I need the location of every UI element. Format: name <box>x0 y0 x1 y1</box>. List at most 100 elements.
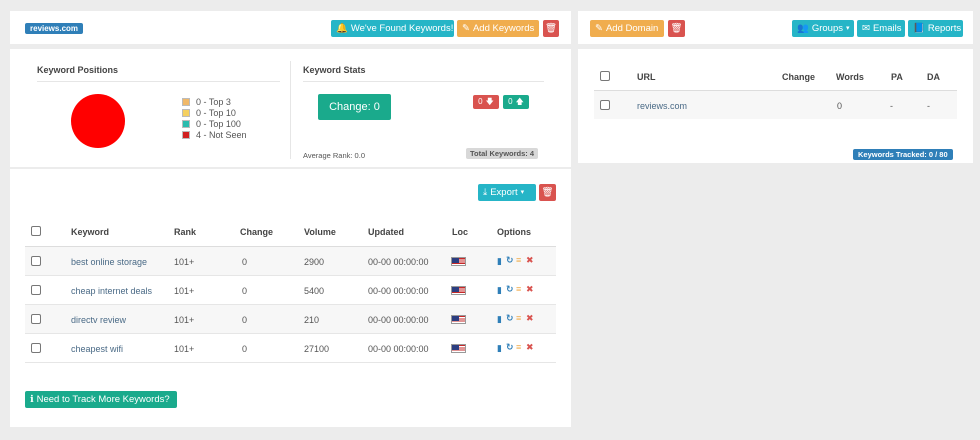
domain-url-link[interactable]: reviews.com <box>637 101 687 111</box>
arrow-down-icon: 🡇 <box>485 97 494 106</box>
delete-group-button[interactable]: 🗑 <box>668 20 685 37</box>
table-row[interactable]: best online storage 101+ 0 2900 00-00 00:00:… <box>25 247 556 276</box>
reports-label: Reports <box>927 23 962 34</box>
total-keywords-badge: Total Keywords: 4 <box>466 148 539 159</box>
list-icon[interactable]: ≡ <box>516 255 521 265</box>
keyword-change: 0 <box>242 315 248 325</box>
keyword-link[interactable]: cheapest wifi <box>71 344 123 354</box>
bell-icon: 🔔 <box>336 23 348 34</box>
stats-panel: Keyword Positions 0 - Top 30 - Top 10 0 -… <box>10 49 571 167</box>
change-label: Change: 0 <box>329 101 380 113</box>
domain-da: - <box>927 101 930 111</box>
info-icon: ℹ <box>30 394 34 405</box>
add-domain-button[interactable]: ✎ Add Domain <box>590 20 664 37</box>
chart-icon[interactable]: ▮ <box>497 285 502 296</box>
table-row[interactable]: cheap internet deals 101+ 0 5400 00-00 00:00… <box>25 276 556 305</box>
book-icon: 📘 <box>913 23 925 34</box>
add-domain-label: Add Domain <box>605 23 659 34</box>
delete-icon[interactable]: ✖ <box>526 284 534 295</box>
add-keywords-button[interactable]: ✎ Add Keywords <box>457 20 539 37</box>
delete-domain-button[interactable]: 🗑 <box>543 20 559 37</box>
refresh-icon[interactable]: ↻ <box>506 342 514 353</box>
keyword-volume: 27100 <box>304 344 330 354</box>
trash-icon: 🗑 <box>544 23 558 34</box>
keywords-table-panel: ⤓ Export ▾ 🗑 Keyword Rank Change Volume … <box>10 169 571 427</box>
col-updated[interactable]: Updated <box>368 227 404 237</box>
refresh-icon[interactable]: ↻ <box>506 284 514 295</box>
refresh-icon[interactable]: ↻ <box>506 313 514 324</box>
caret-down-icon: ▾ <box>520 189 525 196</box>
delete-icon[interactable]: ✖ <box>526 342 534 353</box>
track-more-keywords-button[interactable]: ℹ Need to Track More Keywords? <box>25 391 177 408</box>
envelope-icon: ✉ <box>862 23 870 34</box>
row-checkbox[interactable] <box>31 343 41 353</box>
col-da[interactable]: DA <box>927 72 940 82</box>
domains-toolbar-panel: ✎ Add Domain 🗑 👥 Groups ▾ ✉ Emails 📘 Rep… <box>578 11 973 44</box>
domain-words: 0 <box>837 101 843 111</box>
keyword-positions-title: Keyword Positions <box>37 65 119 75</box>
add-keywords-label: Add Keywords <box>472 23 535 34</box>
domain-row-checkbox[interactable] <box>600 100 610 110</box>
legend-label: 0 - Top 10 <box>196 108 236 118</box>
col-change[interactable]: Change <box>240 227 273 237</box>
delete-icon[interactable]: ✖ <box>526 313 534 324</box>
col-pa[interactable]: PA <box>891 72 903 82</box>
col-domain-change[interactable]: Change <box>782 72 815 82</box>
keyword-link[interactable]: cheap internet deals <box>71 286 152 296</box>
list-icon[interactable]: ≡ <box>516 342 521 352</box>
legend-swatch <box>182 131 190 139</box>
found-keywords-label: We've Found Keywords! <box>350 23 454 34</box>
keyword-updated: 00-00 00:00:00 <box>368 315 429 325</box>
row-checkbox[interactable] <box>31 314 41 324</box>
select-all-domains-checkbox[interactable] <box>600 71 610 81</box>
legend-swatch <box>182 98 190 106</box>
keywords-down-badge[interactable]: 0 🡇 <box>473 95 499 109</box>
arrow-up-icon: 🡅 <box>515 97 524 106</box>
chart-icon[interactable]: ▮ <box>497 314 502 325</box>
table-row[interactable]: cheapest wifi 101+ 0 27100 00-00 00:00:00 ▮ ↻ ≡… <box>25 334 556 363</box>
track-more-label: Need to Track More Keywords? <box>36 394 170 405</box>
select-all-keywords-checkbox[interactable] <box>31 226 41 236</box>
col-keyword[interactable]: Keyword <box>71 227 109 237</box>
trash-icon: 🗑 <box>541 187 554 198</box>
keyword-link[interactable]: directv review <box>71 315 126 325</box>
groups-button[interactable]: 👥 Groups ▾ <box>792 20 854 37</box>
col-volume[interactable]: Volume <box>304 227 336 237</box>
keywords-tracked-badge: Keywords Tracked: 0 / 80 <box>853 149 953 160</box>
keyword-change: 0 <box>242 257 248 267</box>
export-label: Export <box>490 187 518 198</box>
keywords-up-badge[interactable]: 0 🡅 <box>503 95 529 109</box>
legend-label: 4 - Not Seen <box>196 130 247 140</box>
groups-label: Groups <box>811 23 843 34</box>
trash-icon: 🗑 <box>670 23 683 34</box>
col-url[interactable]: URL <box>637 72 656 82</box>
refresh-icon[interactable]: ↻ <box>506 255 514 266</box>
found-keywords-button[interactable]: 🔔 We've Found Keywords! <box>331 20 454 37</box>
list-icon[interactable]: ≡ <box>516 284 521 294</box>
emails-button[interactable]: ✉ Emails <box>857 20 905 37</box>
table-row[interactable]: directv review 101+ 0 210 00-00 00:00:00 ▮ ↻ ≡ ✖ <box>25 305 556 334</box>
keyword-volume: 5400 <box>304 286 325 296</box>
export-button[interactable]: ⤓ Export ▾ <box>478 184 536 201</box>
domain-row[interactable]: reviews.com 0 - - <box>594 91 957 119</box>
chart-icon[interactable]: ▮ <box>497 256 502 267</box>
delete-icon[interactable]: ✖ <box>526 255 534 266</box>
keyword-volume: 210 <box>304 315 320 325</box>
delete-keywords-button[interactable]: 🗑 <box>539 184 556 201</box>
down-count: 0 <box>478 97 483 106</box>
emails-label: Emails <box>872 23 902 34</box>
domain-badge[interactable]: reviews.com <box>25 23 84 34</box>
legend-label: 0 - Top 100 <box>196 119 241 129</box>
keyword-volume: 2900 <box>304 257 325 267</box>
list-icon[interactable]: ≡ <box>516 313 521 323</box>
chart-icon[interactable]: ▮ <box>497 343 502 354</box>
col-loc[interactable]: Loc <box>452 227 468 237</box>
keyword-link[interactable]: best online storage <box>71 257 147 267</box>
col-words[interactable]: Words <box>836 72 864 82</box>
reports-button[interactable]: 📘 Reports <box>908 20 963 37</box>
row-checkbox[interactable] <box>31 285 41 295</box>
keyword-updated: 00-00 00:00:00 <box>368 286 429 296</box>
average-rank: Average Rank: 0.0 <box>303 151 365 160</box>
col-rank[interactable]: Rank <box>174 227 196 237</box>
row-checkbox[interactable] <box>31 256 41 266</box>
